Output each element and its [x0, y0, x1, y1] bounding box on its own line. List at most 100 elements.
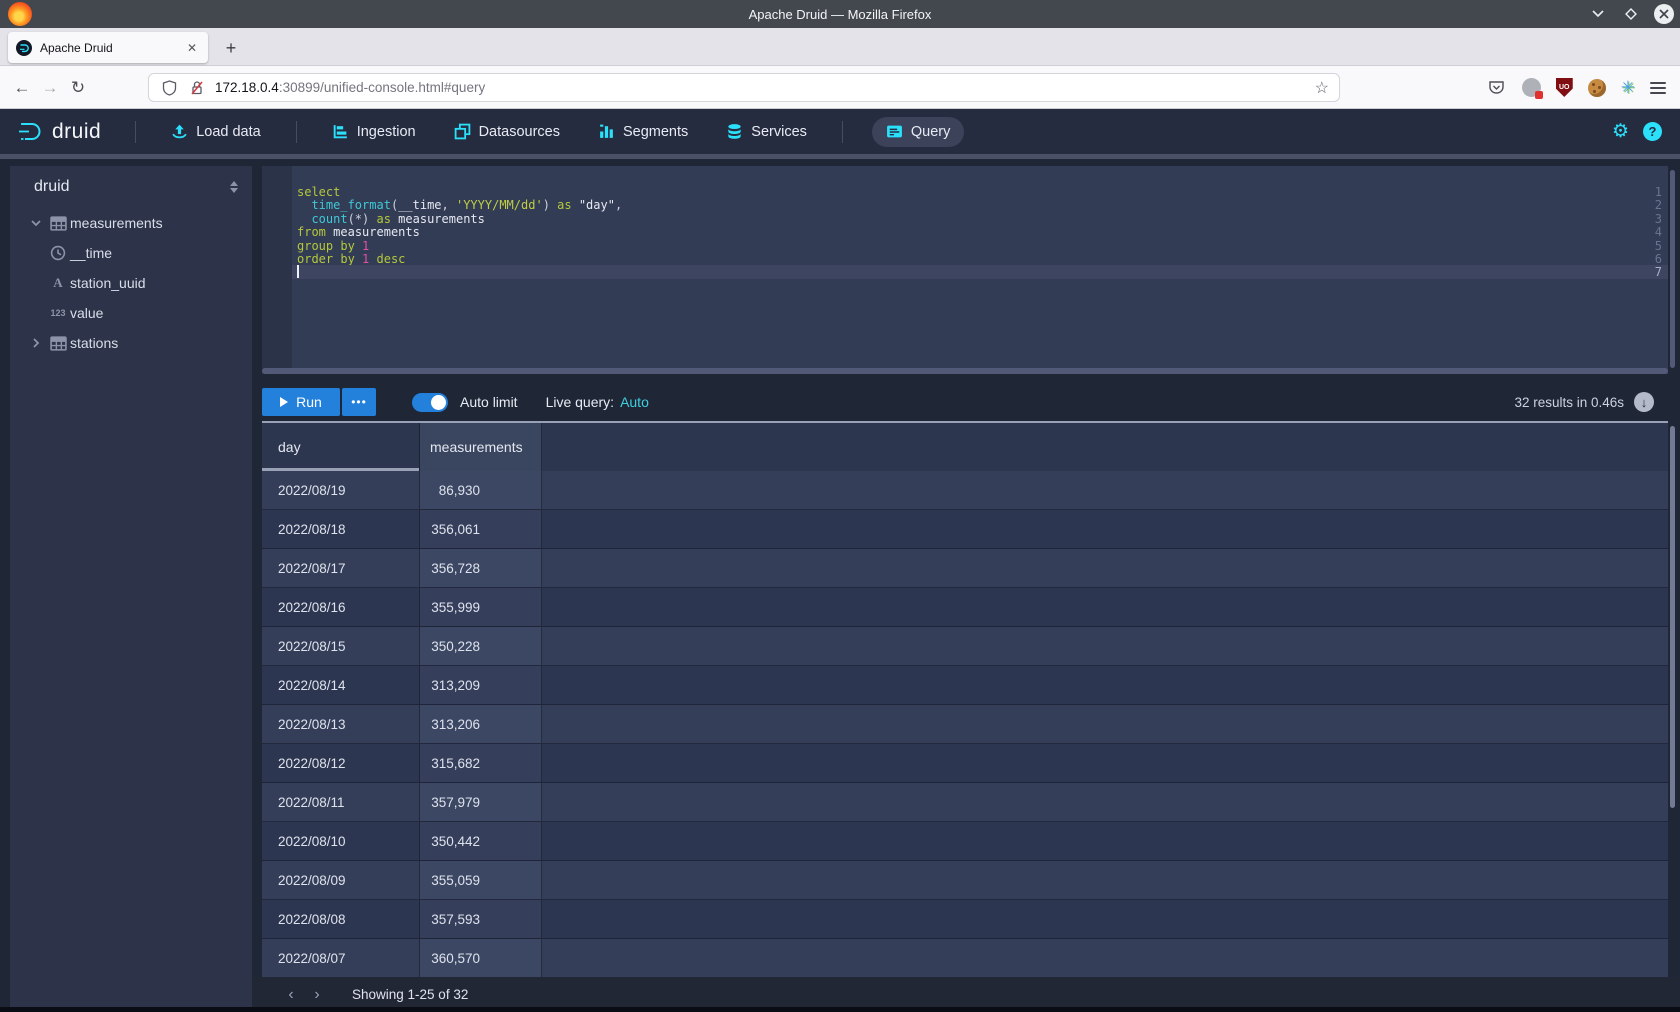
browser-tab[interactable]: Apache Druid ✕	[8, 32, 208, 63]
cell-day[interactable]: 2022/08/10	[262, 822, 420, 860]
schema-sidebar: druid measurements __timeAstation_uuid123…	[10, 166, 252, 1012]
nav-item-label: Segments	[623, 124, 688, 140]
druid-favicon	[16, 40, 32, 56]
cell-day[interactable]: 2022/08/15	[262, 627, 420, 665]
chevron-right-icon[interactable]	[26, 337, 46, 349]
cell-measurements[interactable]: 355,059	[420, 861, 542, 899]
cell-measurements[interactable]: 350,442	[420, 822, 542, 860]
tree-item-label: measurements	[70, 215, 163, 231]
cell-day[interactable]: 2022/08/17	[262, 549, 420, 587]
table-icon	[46, 216, 70, 231]
druid-logo-icon	[16, 120, 44, 144]
schema-selector[interactable]: druid	[10, 166, 252, 208]
settings-gear-icon[interactable]: ⚙	[1612, 122, 1629, 141]
tab-close-icon[interactable]: ✕	[184, 41, 200, 55]
sql-editor[interactable]: 1select2 time_format(__time, 'YYYY/MM/dd…	[262, 166, 1668, 374]
new-tab-button[interactable]: +	[218, 35, 244, 61]
url-bar[interactable]: 172.18.0.4:30899/unified-console.html#qu…	[148, 73, 1340, 102]
cell-measurements[interactable]: 313,209	[420, 666, 542, 704]
run-button[interactable]: Run	[262, 388, 340, 416]
table-row: 2022/08/07360,570	[262, 939, 1668, 977]
cell-day[interactable]: 2022/08/13	[262, 705, 420, 743]
back-button[interactable]: ←	[10, 66, 34, 109]
nav-item-query[interactable]: Query	[872, 117, 965, 147]
cell-measurements[interactable]: 350,228	[420, 627, 542, 665]
cell-measurements[interactable]: 356,061	[420, 510, 542, 548]
nav-divider	[135, 121, 136, 143]
asterisk-extension-icon[interactable]: ✳	[1621, 78, 1635, 98]
forward-button[interactable]: →	[38, 66, 62, 109]
cell-day[interactable]: 2022/08/19	[262, 471, 420, 509]
cell-day[interactable]: 2022/08/11	[262, 783, 420, 821]
line-number: 2	[1638, 198, 1662, 212]
auto-limit-label: Auto limit	[460, 394, 518, 410]
cell-measurements[interactable]: 360,570	[420, 939, 542, 977]
tree-item-station-uuid[interactable]: Astation_uuid	[10, 268, 252, 298]
download-icon[interactable]: ↓	[1634, 392, 1654, 412]
table-row: 2022/08/1986,930	[262, 471, 1668, 510]
cell-day[interactable]: 2022/08/12	[262, 744, 420, 782]
chevron-down-icon[interactable]	[26, 217, 46, 229]
tab-bar: Apache Druid ✕ +	[0, 28, 1680, 66]
cell-day[interactable]: 2022/08/07	[262, 939, 420, 977]
cell-day[interactable]: 2022/08/18	[262, 510, 420, 548]
table-row: 2022/08/14313,209	[262, 666, 1668, 705]
help-icon[interactable]: ?	[1643, 122, 1662, 141]
cell-measurements[interactable]: 86,930	[420, 471, 542, 509]
table-row: 2022/08/10350,442	[262, 822, 1668, 861]
tracking-shield-icon[interactable]	[159, 78, 179, 98]
editor-horizontal-scrollbar[interactable]	[262, 368, 1668, 374]
prev-page-icon[interactable]: ‹	[278, 982, 304, 1008]
window-minimize-icon[interactable]	[1588, 4, 1608, 24]
live-query-value[interactable]: Auto	[620, 394, 649, 410]
nav-item-label: Services	[751, 124, 807, 140]
clock-icon	[46, 245, 70, 261]
firefox-logo-icon	[8, 2, 32, 26]
cell-measurements[interactable]: 313,206	[420, 705, 542, 743]
cookie-extension-icon[interactable]	[1588, 79, 1606, 97]
ublock-origin-icon[interactable]: UO	[1556, 78, 1573, 97]
insecure-lock-icon[interactable]	[187, 78, 207, 98]
pocket-icon[interactable]	[1487, 78, 1507, 98]
code-line-5: group by 1	[297, 239, 369, 253]
cell-measurements[interactable]: 357,979	[420, 783, 542, 821]
cell-measurements[interactable]: 315,682	[420, 744, 542, 782]
cell-measurements[interactable]: 356,728	[420, 549, 542, 587]
cell-measurements[interactable]: 355,999	[420, 588, 542, 626]
nav-item-ingestion[interactable]: Ingestion	[326, 117, 422, 147]
auto-limit-toggle[interactable]	[412, 393, 448, 412]
window-maximize-icon[interactable]	[1621, 4, 1641, 24]
reload-button[interactable]: ↻	[66, 66, 90, 109]
run-more-button[interactable]: •••	[342, 388, 376, 416]
editor-vertical-scrollbar[interactable]	[1670, 170, 1675, 368]
druid-brand[interactable]: druid	[16, 120, 101, 144]
tree-item-measurements[interactable]: measurements	[10, 208, 252, 238]
window-close-icon[interactable]	[1654, 4, 1674, 24]
results-vertical-scrollbar[interactable]	[1670, 426, 1675, 808]
tree-item---time[interactable]: __time	[10, 238, 252, 268]
window-titlebar[interactable]: Apache Druid — Mozilla Firefox	[0, 0, 1680, 28]
next-page-icon[interactable]: ›	[304, 982, 330, 1008]
nav-item-load-data[interactable]: Load data	[165, 117, 267, 147]
header-divider	[0, 154, 1680, 159]
cell-day[interactable]: 2022/08/14	[262, 666, 420, 704]
cell-measurements[interactable]: 357,593	[420, 900, 542, 938]
editor-cursor	[297, 265, 299, 278]
double-caret-icon[interactable]	[230, 181, 238, 193]
menu-hamburger-icon[interactable]	[1650, 79, 1666, 97]
column-header-day[interactable]: day	[262, 423, 420, 471]
extension-icon[interactable]	[1522, 78, 1541, 97]
nav-item-segments[interactable]: Segments	[592, 117, 694, 147]
segments-icon	[598, 123, 615, 140]
bookmark-star-icon[interactable]: ☆	[1315, 78, 1329, 98]
url-text[interactable]: 172.18.0.4:30899/unified-console.html#qu…	[215, 80, 1307, 95]
tree-item-stations[interactable]: stations	[10, 328, 252, 358]
cell-day[interactable]: 2022/08/16	[262, 588, 420, 626]
column-header-measurements[interactable]: measurements	[420, 423, 542, 471]
table-row: 2022/08/13313,206	[262, 705, 1668, 744]
nav-item-services[interactable]: Services	[720, 117, 813, 147]
cell-day[interactable]: 2022/08/09	[262, 861, 420, 899]
tree-item-value[interactable]: 123value	[10, 298, 252, 328]
cell-day[interactable]: 2022/08/08	[262, 900, 420, 938]
nav-item-datasources[interactable]: Datasources	[448, 117, 566, 147]
